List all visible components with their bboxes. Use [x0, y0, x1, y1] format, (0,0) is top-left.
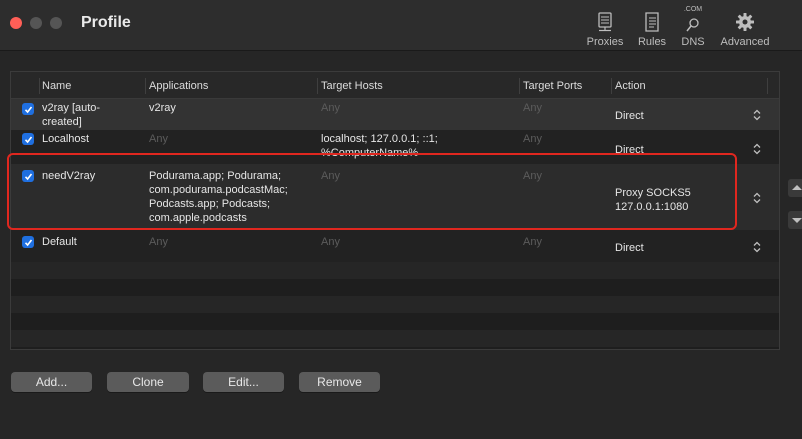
- row-applications: v2ray: [149, 102, 176, 114]
- column-header-name[interactable]: Name: [42, 80, 71, 92]
- row-target-ports: Any: [523, 133, 542, 145]
- zoom-window-button[interactable]: [50, 17, 62, 29]
- row-enabled-checkbox[interactable]: [22, 133, 34, 145]
- row-action-select[interactable]: Direct: [615, 241, 644, 255]
- magnifier-icon: [686, 18, 699, 32]
- move-down-button[interactable]: [788, 211, 802, 229]
- row-enabled-checkbox[interactable]: [22, 236, 34, 248]
- document-list-icon: [645, 12, 659, 32]
- toolbar-advanced-label: Advanced: [720, 36, 770, 48]
- close-window-button[interactable]: [10, 17, 22, 29]
- checkmark-icon: [24, 106, 32, 113]
- server-icon: [598, 12, 612, 32]
- row-target-ports: Any: [523, 236, 542, 248]
- toolbar-proxies-label: Proxies: [586, 36, 624, 48]
- checkmark-icon: [24, 136, 32, 143]
- row-target-ports: Any: [523, 102, 542, 114]
- checkmark-icon: [24, 239, 32, 246]
- minimize-window-button[interactable]: [30, 17, 42, 29]
- move-up-button[interactable]: [788, 179, 802, 197]
- empty-row: [11, 313, 779, 330]
- empty-row: [11, 279, 779, 296]
- column-header-applications[interactable]: Applications: [149, 80, 208, 92]
- row-target-hosts: Any: [321, 236, 340, 248]
- dns-com-text: .COM: [683, 6, 703, 13]
- row-name-continued: created]: [42, 116, 82, 128]
- table-row[interactable]: v2ray [auto- created] v2ray Any Any Dire…: [11, 99, 779, 130]
- table-header: Name Applications Target Hosts Target Po…: [11, 72, 779, 99]
- toolbar-rules-label: Rules: [637, 36, 667, 48]
- toolbar-advanced-button[interactable]: Advanced: [717, 6, 773, 48]
- add-button[interactable]: Add...: [11, 372, 92, 392]
- row-name: v2ray [auto-: [42, 102, 101, 114]
- row-enabled-checkbox[interactable]: [22, 103, 34, 115]
- select-arrows-icon[interactable]: [753, 109, 761, 121]
- triangle-up-icon: [792, 185, 802, 190]
- toolbar-proxies-button[interactable]: Proxies: [585, 6, 625, 48]
- row-applications: Any: [149, 133, 168, 145]
- column-header-target-ports[interactable]: Target Ports: [523, 80, 582, 92]
- select-arrows-icon[interactable]: [753, 192, 761, 204]
- gear-icon: [736, 13, 754, 31]
- table-row[interactable]: Default Any Any Any Direct: [11, 230, 779, 262]
- toolbar-dns-label: DNS: [681, 36, 705, 48]
- row-action-select[interactable]: Direct: [615, 109, 644, 123]
- row-target-hosts: localhost; 127.0.0.1; ::1;: [321, 133, 438, 145]
- triangle-down-icon: [792, 218, 802, 223]
- toolbar-rules-button[interactable]: Rules: [637, 6, 667, 48]
- row-applications: Any: [149, 236, 168, 248]
- select-arrows-icon[interactable]: [753, 143, 761, 155]
- column-header-action[interactable]: Action: [615, 80, 646, 92]
- row-name: Default: [42, 236, 77, 248]
- empty-row: [11, 262, 779, 279]
- row-name: Localhost: [42, 133, 90, 145]
- column-header-target-hosts[interactable]: Target Hosts: [321, 80, 383, 92]
- title-bar: Profile Proxies Rules .COM DNS Advanced: [0, 0, 802, 51]
- highlight-box: [7, 153, 737, 230]
- empty-row: [11, 330, 779, 347]
- empty-row: [11, 296, 779, 313]
- clone-button[interactable]: Clone: [107, 372, 189, 392]
- remove-button[interactable]: Remove: [299, 372, 380, 392]
- toolbar-dns-button[interactable]: .COM DNS: [680, 6, 706, 48]
- window-title: Profile: [81, 14, 131, 31]
- edit-button[interactable]: Edit...: [203, 372, 284, 392]
- row-target-hosts: Any: [321, 102, 340, 114]
- select-arrows-icon[interactable]: [753, 241, 761, 253]
